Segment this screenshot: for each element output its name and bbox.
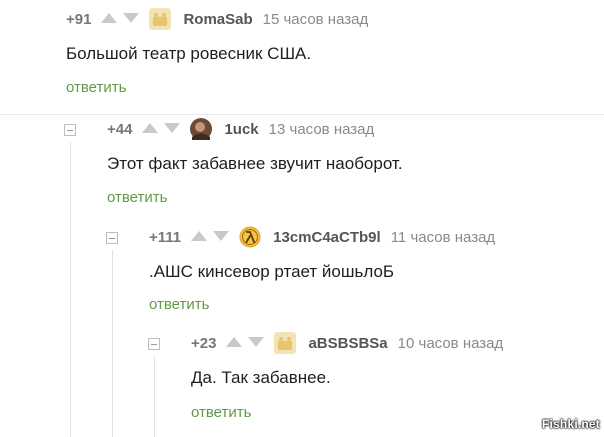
comment-header: +91 RomaSab 15 часов назад	[66, 8, 369, 30]
comment-score: +23	[191, 334, 217, 352]
collapse-toggle-icon[interactable]	[106, 232, 118, 244]
reply-link[interactable]: ответить	[191, 404, 251, 421]
comment-score: +111	[149, 228, 182, 246]
upvote-icon[interactable]	[142, 120, 159, 138]
downvote-icon[interactable]	[248, 334, 265, 352]
downvote-icon[interactable]	[123, 10, 140, 28]
upvote-icon[interactable]	[101, 10, 118, 28]
comment-header: +111 13cmC4aCTb9l 11 часов назад	[149, 226, 495, 248]
comment-username[interactable]: 13cmC4aCTb9l	[273, 229, 381, 246]
reply-link[interactable]: ответить	[66, 79, 126, 96]
comment-text: Большой театр ровесник США.	[66, 44, 312, 63]
upvote-icon[interactable]	[226, 334, 243, 352]
lambda-avatar-icon[interactable]	[239, 226, 261, 248]
thread-line	[154, 356, 155, 437]
comment-text: Да. Так забавнее.	[191, 368, 331, 387]
comment-header: +44 1uck 13 часов назад	[107, 118, 375, 140]
downvote-icon[interactable]	[213, 228, 230, 246]
thread-line	[70, 142, 71, 437]
upvote-icon[interactable]	[191, 228, 208, 246]
comment-text: Этот факт забавнее звучит наоборот.	[107, 154, 403, 173]
downvote-icon[interactable]	[164, 120, 181, 138]
reply-link[interactable]: ответить	[149, 296, 209, 313]
placeholder-avatar-icon[interactable]	[149, 8, 172, 30]
watermark: Fishki.net	[541, 417, 600, 431]
comment-timestamp[interactable]: 13 часов назад	[269, 121, 375, 138]
reply-link[interactable]: ответить	[107, 189, 167, 206]
collapse-toggle-icon[interactable]	[64, 124, 76, 136]
collapse-toggle-icon[interactable]	[148, 338, 160, 350]
placeholder-avatar-icon[interactable]	[274, 332, 297, 354]
comment-score: +91	[66, 10, 92, 28]
thread-line	[112, 250, 113, 437]
comment-header: +23 aBSBSBSa 10 часов назад	[191, 332, 504, 354]
divider	[0, 114, 604, 115]
comment-timestamp[interactable]: 15 часов назад	[263, 11, 369, 28]
comment-score: +44	[107, 120, 133, 138]
photo-avatar-icon[interactable]	[190, 118, 213, 140]
comment-timestamp[interactable]: 10 часов назад	[398, 335, 504, 352]
comment-username[interactable]: RomaSab	[183, 11, 252, 28]
comment-timestamp[interactable]: 11 часов назад	[391, 229, 495, 246]
comment-username[interactable]: 1uck	[224, 121, 258, 138]
comment-text: .АШС кинсевор ртает йошьлоБ	[149, 262, 395, 281]
comment-username[interactable]: aBSBSBSa	[308, 335, 387, 352]
